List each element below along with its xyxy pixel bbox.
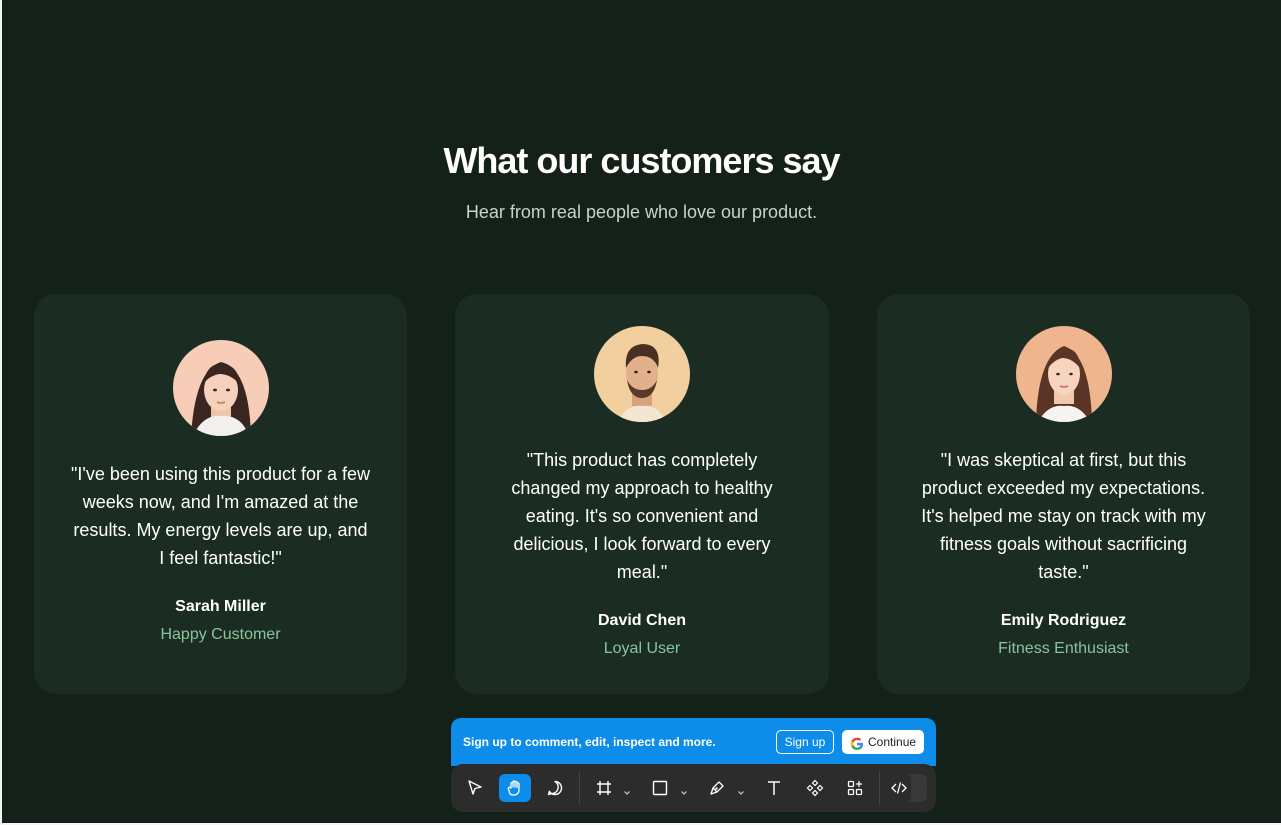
chevron-down-icon[interactable] bbox=[680, 784, 688, 802]
rectangle-icon[interactable] bbox=[644, 774, 676, 802]
hand-icon[interactable] bbox=[499, 774, 531, 802]
code-toggle[interactable] bbox=[887, 774, 927, 802]
section-subtitle: Hear from real people who love our produ… bbox=[465, 202, 818, 222]
avatar bbox=[172, 340, 269, 436]
toolbar-divider bbox=[579, 772, 580, 804]
testimonial-quote: "I was skeptical at first, but this prod… bbox=[921, 450, 1206, 582]
testimonial-card: "This product has completely changed my … bbox=[455, 294, 829, 694]
avatar bbox=[594, 326, 690, 422]
section-title: What our customers say bbox=[443, 140, 840, 181]
component-icon[interactable] bbox=[799, 774, 831, 802]
avatar bbox=[1015, 326, 1112, 422]
sign-up-button[interactable]: Sign up bbox=[776, 730, 834, 754]
testimonial-card: "I've been using this product for a few … bbox=[34, 294, 407, 694]
chevron-down-icon[interactable] bbox=[737, 784, 745, 802]
comment-icon[interactable] bbox=[539, 774, 571, 802]
move-icon[interactable] bbox=[459, 774, 491, 802]
toolbar-divider bbox=[879, 772, 880, 804]
actions-icon[interactable] bbox=[839, 774, 871, 802]
testimonial-role: Happy Customer bbox=[160, 626, 281, 643]
testimonial-role: Fitness Enthusiast bbox=[998, 640, 1129, 657]
testimonial-quote: "This product has completely changed my … bbox=[511, 450, 773, 582]
text-icon[interactable] bbox=[758, 774, 790, 802]
testimonial-role: Loyal User bbox=[603, 640, 681, 657]
google-icon bbox=[850, 735, 864, 759]
frame-icon[interactable] bbox=[588, 774, 620, 802]
testimonial-name: Sarah Miller bbox=[175, 598, 266, 615]
design-toolbar bbox=[451, 764, 936, 812]
signup-banner-text: Sign up to comment, edit, inspect and mo… bbox=[463, 735, 716, 749]
testimonial-card: "I was skeptical at first, but this prod… bbox=[877, 294, 1250, 694]
testimonial-name: Emily Rodriguez bbox=[1000, 612, 1127, 629]
canvas: What our customers say Hear from real pe… bbox=[2, 0, 1281, 823]
continue-label: Continue bbox=[868, 735, 917, 749]
chevron-down-icon[interactable] bbox=[623, 784, 631, 802]
continue-with-google-button[interactable]: Continue bbox=[842, 730, 924, 754]
pen-icon[interactable] bbox=[701, 774, 733, 802]
code-icon bbox=[887, 774, 911, 802]
testimonial-quote: "I've been using this product for a few … bbox=[71, 464, 370, 568]
signup-banner: Sign up to comment, edit, inspect and mo… bbox=[451, 718, 936, 766]
testimonial-name: David Chen bbox=[597, 612, 686, 629]
